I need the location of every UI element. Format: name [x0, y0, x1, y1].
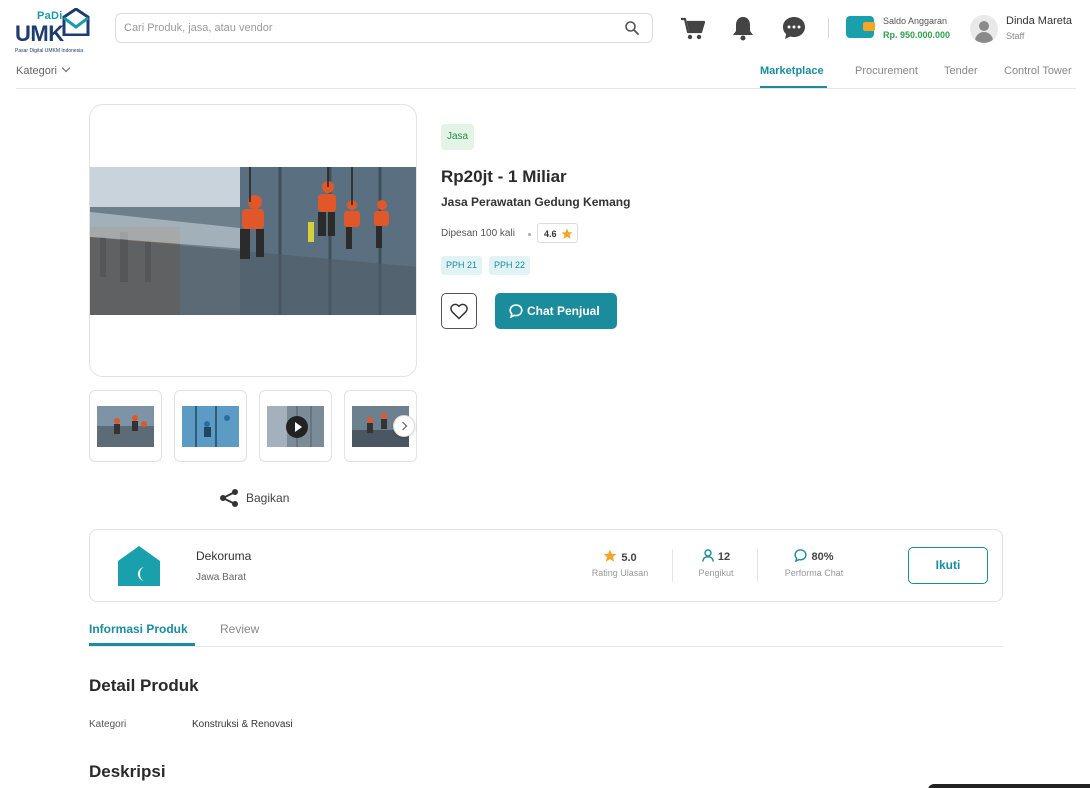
favorite-button[interactable] [441, 293, 477, 329]
floating-widget-edge [928, 784, 1090, 788]
chat-bubble-icon [509, 304, 523, 318]
star-icon [603, 549, 617, 562]
deskripsi-heading: Deskripsi [89, 762, 166, 781]
shop-logo-icon[interactable] [117, 545, 161, 587]
tab-procurement[interactable]: Procurement [855, 65, 918, 77]
product-photo [90, 167, 416, 315]
rating-value: 4.6 [544, 229, 557, 239]
heart-icon [450, 303, 468, 320]
chat-performance-value: 80% [811, 551, 834, 563]
thumbnail-image [182, 406, 239, 447]
search-bar[interactable] [115, 13, 653, 43]
play-icon[interactable] [286, 416, 308, 438]
kategori-dropdown[interactable]: Kategori [16, 63, 71, 77]
nav-divider [16, 88, 1076, 89]
order-count: Dipesan 100 kali [441, 228, 515, 239]
chevron-right-icon [398, 421, 408, 431]
chat-seller-button[interactable]: Chat Penjual [495, 293, 617, 329]
followers-value: 12 [717, 551, 731, 563]
stat-rating: 5.0 Rating Ulasan [590, 549, 650, 578]
kategori-label: Kategori [89, 719, 127, 730]
tab-marketplace[interactable]: Marketplace [760, 65, 824, 77]
share-label: Bagikan [246, 491, 290, 505]
seller-location: Jawa Barat [196, 572, 247, 583]
top-header: PaDi UMK Pasar Digital UMKM Indonesia Sa… [0, 0, 1090, 56]
separator-dot [528, 233, 531, 236]
product-rating: 4.6 [537, 223, 578, 243]
chat-performance-label: Performa Chat [784, 568, 844, 578]
chevron-down-icon [61, 63, 71, 73]
tab-control-tower[interactable]: Control Tower [1004, 65, 1072, 77]
user-name[interactable]: Dinda Mareta [1006, 15, 1072, 27]
chat-bubble-icon [794, 549, 808, 563]
logo-mailbox-icon [62, 8, 90, 36]
wallet-icon [846, 16, 875, 38]
kategori-value: Konstruksi & Renovasi [192, 719, 293, 730]
header-divider [828, 18, 829, 38]
seller-name[interactable]: Dekoruma [196, 549, 251, 563]
share-icon [220, 489, 238, 507]
saldo-label: Saldo Anggaran [883, 16, 948, 26]
tax-badge-pph22: PPH 22 [489, 256, 531, 275]
search-icon[interactable] [624, 20, 640, 36]
user-avatar[interactable] [970, 15, 998, 43]
thumbnail-1[interactable] [89, 390, 162, 462]
thumbnail-2[interactable] [174, 390, 247, 462]
product-price: Rp20jt - 1 Miliar [441, 167, 567, 186]
seller-card: Dekoruma Jawa Barat 5.0 Rating Ulasan 12… [89, 529, 1003, 602]
stat-divider [672, 549, 673, 582]
rating-label: Rating Ulasan [591, 568, 649, 578]
kategori-label: Kategori [16, 65, 57, 77]
chat-icon[interactable] [781, 15, 807, 41]
saldo-value: Rp. 950.000.000 [883, 30, 951, 40]
tab-review[interactable]: Review [220, 622, 259, 636]
tab-tender[interactable]: Tender [944, 65, 978, 77]
search-input[interactable] [124, 19, 614, 37]
bell-icon[interactable] [731, 15, 755, 41]
star-icon [561, 228, 573, 239]
next-thumbnail-button[interactable] [393, 415, 415, 437]
detail-produk-heading: Detail Produk [89, 676, 199, 695]
thumbnail-video[interactable] [259, 390, 332, 462]
follow-button[interactable]: Ikuti [908, 547, 988, 584]
followers-label: Pengikut [698, 568, 734, 578]
tabs-divider [89, 646, 1003, 647]
tax-badge-pph21: PPH 21 [441, 256, 483, 275]
stat-followers: 12 Pengikut [686, 549, 746, 578]
product-type-badge: Jasa [441, 124, 475, 150]
product-name: Jasa Perawatan Gedung Kemang [441, 195, 631, 209]
stat-chat-performance: 80% Performa Chat [774, 549, 854, 578]
thumbnail-image [97, 406, 154, 447]
chat-seller-label: Chat Penjual [527, 304, 600, 318]
padi-umk-logo[interactable]: PaDi UMK Pasar Digital UMKM Indonesia [15, 8, 95, 54]
share-button[interactable]: Bagikan [218, 488, 308, 510]
user-icon [702, 549, 714, 562]
stat-divider [757, 549, 758, 582]
user-role: Staff [1006, 31, 1025, 41]
rating-value: 5.0 [621, 552, 637, 564]
cart-icon[interactable] [680, 15, 706, 41]
product-main-image[interactable] [89, 104, 417, 377]
tab-informasi-produk[interactable]: Informasi Produk [89, 622, 188, 636]
main-nav: Kategori Marketplace Procurement Tender … [0, 56, 1090, 90]
